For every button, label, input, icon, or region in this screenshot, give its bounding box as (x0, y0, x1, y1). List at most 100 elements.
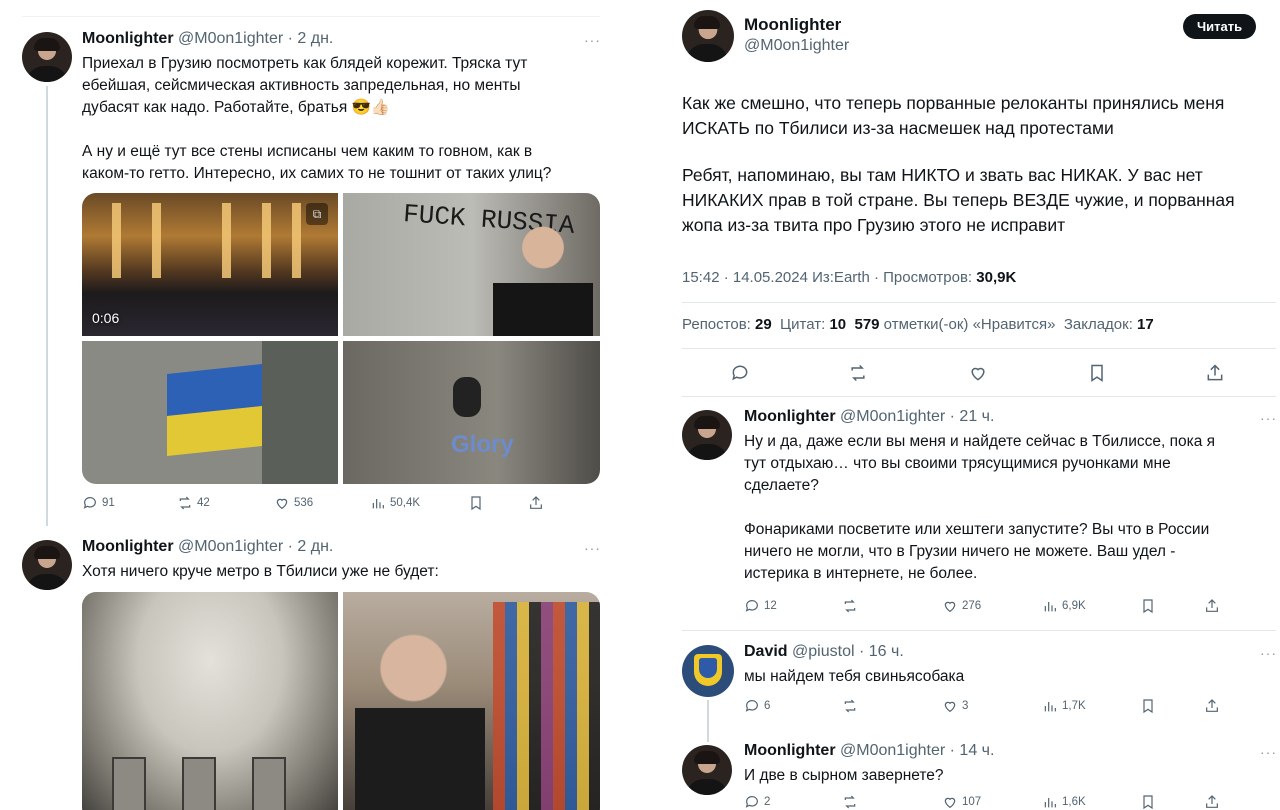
more-icon[interactable]: ··· (584, 32, 601, 48)
avatar[interactable] (682, 645, 734, 697)
views-total: 30,9K (976, 269, 1017, 286)
views-button[interactable]: 6,9K (1042, 598, 1086, 614)
likes-total[interactable]: 579 (854, 316, 879, 333)
bookmark-button[interactable] (1140, 698, 1156, 714)
like-button[interactable]: 276 (942, 598, 981, 614)
photo-graffiti[interactable]: FUCK RUSSIA (343, 193, 600, 336)
media-grid[interactable]: ⧉ 0:06 FUCK RUSSIA Glory (82, 193, 600, 484)
share-icon (1206, 599, 1218, 612)
views-button[interactable]: 1,7K (1042, 698, 1086, 714)
tweet-line: Приехал в Грузию посмотреть как блядей к… (82, 55, 528, 72)
reply-header: Moonlighter @M0on1ighter · 14 ч. (744, 742, 994, 760)
reply-button[interactable]: 2 (744, 795, 770, 809)
likes-label[interactable]: отметки(-ок) «Нравится» (880, 316, 1056, 333)
reply-time[interactable]: · 14 ч. (950, 742, 995, 759)
action-bar: 91 42 536 50,4K (82, 494, 602, 512)
author-name[interactable]: Moonlighter (82, 30, 174, 47)
bookmark-icon (1143, 699, 1153, 714)
tweet-timestamp[interactable]: 15:42 · 14.05.2024 Из:Earth · Просмотров… (682, 269, 1016, 286)
avatar[interactable] (682, 410, 732, 460)
repost-button[interactable] (842, 698, 858, 714)
more-icon[interactable]: ··· (584, 540, 601, 556)
reply-button[interactable]: 91 (82, 495, 115, 511)
photo-metro-escalator[interactable] (82, 592, 338, 810)
author-handle[interactable]: @piustol (792, 643, 855, 660)
main-tweet-text: Как же смешно, что теперь порванные рело… (682, 91, 1272, 238)
author-name-text: Moonlighter (744, 15, 842, 34)
glory-text: Glory (451, 431, 514, 458)
reply-time[interactable]: · 16 ч. (859, 643, 904, 660)
share-icon (1207, 364, 1223, 381)
avatar[interactable] (682, 745, 732, 795)
divider (682, 348, 1276, 349)
like-button[interactable]: 107 (942, 795, 981, 809)
share-button[interactable] (528, 495, 544, 511)
divider (682, 630, 1276, 631)
more-icon[interactable]: ··· (1260, 744, 1277, 760)
author-handle[interactable]: @M0on1ighter (178, 538, 283, 555)
quotes-label[interactable]: Цитат: (780, 316, 829, 333)
author-handle[interactable]: @M0on1ighter (178, 30, 283, 47)
share-button[interactable] (1204, 795, 1220, 809)
repost-button[interactable] (842, 598, 858, 614)
reply-line: тут отдыхаю… что вы своими трясущимися р… (744, 455, 1171, 472)
author-name[interactable]: Moonlighter (82, 538, 174, 555)
video-thumbnail[interactable]: ⧉ 0:06 (82, 193, 338, 336)
reply-button[interactable]: 12 (744, 598, 777, 614)
share-button[interactable] (1204, 698, 1220, 714)
share-button[interactable] (1205, 363, 1225, 383)
views-icon (372, 499, 384, 509)
photo-glory-wall[interactable]: Glory (343, 341, 600, 484)
share-button[interactable] (1204, 598, 1220, 614)
tweet-line: Как же смешно, что теперь порванные рело… (682, 93, 1225, 113)
like-button[interactable]: 3 (942, 698, 968, 714)
avatar[interactable] (682, 10, 734, 62)
tweet-time[interactable]: · 2 дн. (288, 538, 334, 555)
more-icon[interactable]: ··· (1260, 645, 1277, 661)
reply-time[interactable]: · 21 ч. (950, 408, 995, 425)
repost-count: 42 (197, 497, 210, 509)
photo-metro-market[interactable] (343, 592, 600, 810)
tweet-line: НИКАКИХ прав в той стране. Вы теперь ВЕЗ… (682, 190, 1235, 210)
author-handle[interactable]: @M0on1ighter (744, 37, 849, 55)
reply-count: 91 (102, 497, 115, 509)
repost-button[interactable]: 42 (177, 495, 210, 511)
timestamp-text: 15:42 · 14.05.2024 Из:Earth · Просмотров… (682, 269, 977, 286)
heart-icon (944, 701, 956, 713)
views-button[interactable]: 50,4K (370, 495, 420, 511)
tweet-line: Хотя ничего круче метро в Тбилиси уже не… (82, 563, 439, 580)
media-grid[interactable] (82, 592, 600, 810)
author-handle[interactable]: @M0on1ighter (840, 408, 945, 425)
author-name[interactable]: Moonlighter (744, 408, 836, 425)
bookmark-button[interactable] (468, 495, 484, 511)
tweet-time[interactable]: · 2 дн. (288, 30, 334, 47)
repost-button[interactable] (848, 363, 868, 383)
author-name[interactable]: Moonlighter (744, 15, 841, 35)
repost-button[interactable] (842, 795, 858, 809)
reply-button[interactable] (730, 363, 750, 383)
author-handle[interactable]: @M0on1ighter (840, 742, 945, 759)
reply-button[interactable]: 6 (744, 698, 770, 714)
bookmark-button[interactable] (1087, 363, 1107, 383)
avatar[interactable] (22, 540, 72, 590)
reposts-total[interactable]: 29 (755, 316, 772, 333)
bookmark-button[interactable] (1140, 795, 1156, 809)
reply-line: сделаете? (744, 477, 819, 494)
views-count: 50,4K (390, 497, 421, 509)
bookmark-icon (1143, 599, 1153, 614)
more-icon[interactable]: ··· (1260, 410, 1277, 426)
avatar[interactable] (22, 32, 72, 82)
author-name[interactable]: David (744, 643, 788, 660)
tweet-line: дубасят как надо. Работайте, братья 😎👍🏻 (82, 99, 391, 116)
reposts-label[interactable]: Репостов: (682, 316, 755, 333)
bookmarks-total: 17 (1137, 316, 1154, 333)
views-button[interactable]: 1,6K (1042, 795, 1086, 809)
like-button[interactable] (968, 363, 988, 383)
follow-button[interactable]: Читать (1183, 14, 1257, 39)
reply-icon (745, 600, 758, 612)
quotes-total[interactable]: 10 (829, 316, 846, 333)
author-name[interactable]: Moonlighter (744, 742, 836, 759)
like-button[interactable]: 536 (274, 495, 313, 511)
bookmark-button[interactable] (1140, 598, 1156, 614)
photo-flag-wall[interactable] (82, 341, 338, 484)
